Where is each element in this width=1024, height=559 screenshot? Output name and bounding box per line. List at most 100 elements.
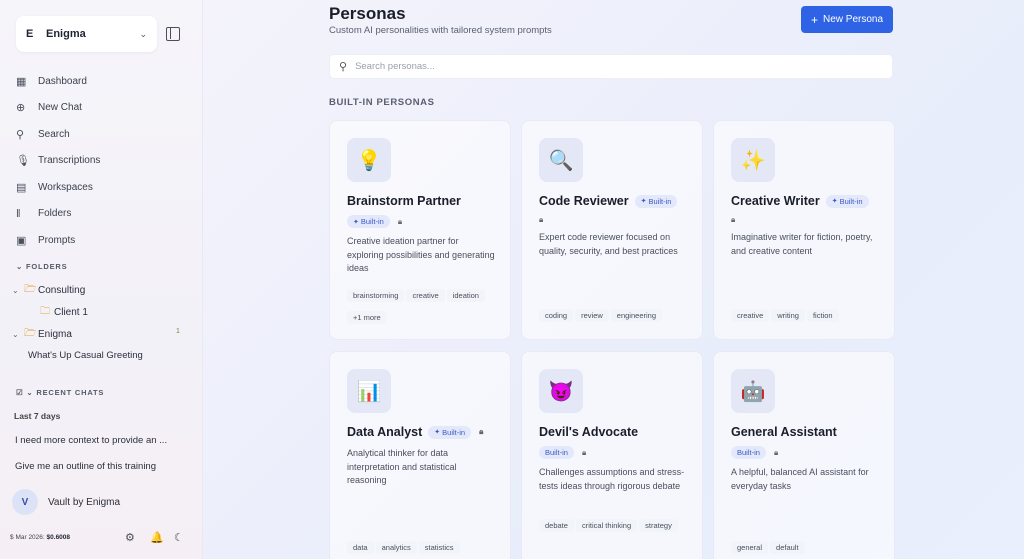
more-tags: +1 more (347, 311, 387, 324)
persona-name: Creative Writer (731, 194, 820, 208)
checkbox-icon: ☑ (16, 388, 24, 397)
persona-tags: debate critical thinking strategy (539, 519, 699, 541)
sidebar-item-transcriptions[interactable]: 🎙 Transcriptions (16, 148, 191, 175)
dollar-icon: $ (10, 534, 14, 541)
folder-label: Client 1 (54, 307, 88, 318)
period-label: Last 7 days (14, 411, 61, 421)
moon-icon[interactable]: ☾ (174, 531, 184, 544)
tag: default (770, 541, 805, 554)
folder-chat-item[interactable]: What's Up Casual Greeting (28, 350, 143, 361)
avatar: V (12, 489, 38, 515)
folder-label: Enigma (38, 329, 72, 340)
usage-amount: $0.6008 (46, 534, 71, 541)
builtin-label: Built-in (360, 217, 384, 226)
folder-count-badge: 1 (176, 328, 180, 335)
builtin-label: Built-in (839, 196, 863, 206)
lightbulb-icon: 💡 (347, 138, 391, 182)
builtin-badge: ✦ Built-in (347, 215, 390, 228)
sidebar: E Enigma ⌄ ▦ Dashboard ⊕ New Chat ⚲ Sear… (0, 0, 203, 559)
magnifier-icon: 🔍 (539, 138, 583, 182)
persona-name: Devil's Advocate (539, 425, 639, 439)
tag: strategy (639, 519, 678, 532)
sidebar-item-label: Search (38, 128, 70, 140)
workspace-letter: E (26, 28, 34, 40)
dashboard-icon: ▦ (16, 75, 27, 88)
robot-icon: 🤖 (731, 369, 775, 413)
builtin-badge: ✦ Built-in (428, 425, 472, 439)
recent-chat-item[interactable]: Give me an outline of this training (15, 461, 156, 472)
tag: ideation (446, 289, 485, 302)
lock-icon: 🔒︎ (539, 215, 544, 224)
persona-card-brainstorm-partner[interactable]: 💡 Brainstorm Partner ✦ Built-in 🔒︎ Creati… (329, 120, 511, 340)
sidebar-item-search[interactable]: ⚲ Search (16, 121, 191, 148)
section-title: BUILT-IN PERSONAS (329, 97, 435, 108)
persona-meta: 🔒︎ (731, 215, 735, 225)
persona-tags: data analytics statistics (347, 541, 507, 559)
tag: review (575, 309, 609, 322)
sparkles-icon: ✨ (731, 138, 775, 182)
builtin-label: Built-in (442, 427, 466, 437)
folder-label: Consulting (38, 285, 86, 296)
sidebar-item-label: Dashboard (38, 75, 87, 87)
library-icon: ‖ (16, 207, 21, 220)
recent-chat-item[interactable]: I need more context to provide an ... (15, 435, 167, 446)
sidebar-nav: ▦ Dashboard ⊕ New Chat ⚲ Search 🎙 Transc… (16, 68, 191, 254)
sidebar-item-workspaces[interactable]: ▤ Workspaces (16, 174, 191, 201)
sidebar-toggle-icon[interactable] (166, 27, 180, 41)
devil-icon: 😈 (539, 369, 583, 413)
sidebar-item-new-chat[interactable]: ⊕ New Chat (16, 95, 191, 122)
lock-icon: 🔒︎ (479, 427, 484, 436)
sidebar-item-dashboard[interactable]: ▦ Dashboard (16, 68, 191, 95)
persona-meta: Built-in 🔒︎ (731, 446, 778, 459)
new-persona-button[interactable]: + New Persona (801, 6, 893, 33)
workspace-name: Enigma (46, 28, 86, 40)
persona-meta: 🔒︎ (539, 215, 543, 225)
workspace-switcher[interactable]: E Enigma ⌄ (16, 16, 157, 52)
sparkle-icon: ✦ (434, 429, 441, 436)
folder-client-1[interactable]: 🗀 Client 1 (40, 304, 88, 321)
sidebar-item-prompts[interactable]: ▣ Prompts (16, 227, 191, 254)
search-icon: ⚲ (339, 61, 348, 73)
folders-label: FOLDERS (25, 262, 68, 271)
tag: brainstorming (347, 289, 405, 302)
usage-readout: $ Mar 2026: $0.6008 (10, 534, 70, 541)
persona-tags: coding review engineering (539, 309, 699, 331)
chevron-down-icon: ⌄ (12, 330, 19, 339)
persona-card-data-analyst[interactable]: 📊 Data Analyst ✦ Built-in 🔒︎ Analytical t… (329, 351, 511, 559)
sidebar-item-folders[interactable]: ‖ Folders (16, 201, 191, 228)
plus-circle-icon: ⊕ (16, 102, 26, 115)
bell-icon[interactable]: 🔔 (150, 531, 164, 544)
folders-section-header[interactable]: ⌄ FOLDERS (16, 262, 67, 271)
new-persona-label: New Persona (822, 14, 884, 25)
folder-consulting[interactable]: ⌄ 🗁 Consulting (12, 282, 85, 299)
vault-account[interactable]: V Vault by Enigma (12, 489, 120, 515)
folder-enigma[interactable]: ⌄ 🗁 Enigma (12, 326, 72, 343)
persona-description: A helpful, balanced AI assistant for eve… (731, 467, 869, 491)
tag: analytics (375, 541, 417, 554)
persona-description: Expert code reviewer focused on quality,… (539, 232, 678, 256)
tag: writing (771, 309, 805, 322)
persona-name: Data Analyst (347, 425, 423, 439)
persona-card-devils-advocate[interactable]: 😈 Devil's Advocate Built-in 🔒︎ Challenge… (521, 351, 703, 559)
page-subtitle: Custom AI personalities with tailored sy… (329, 25, 552, 36)
chevron-down-icon: ⌄ (26, 388, 37, 397)
lock-icon: 🔒︎ (731, 215, 736, 224)
persona-card-general-assistant[interactable]: 🤖 General Assistant Built-in 🔒︎ A helpfu… (713, 351, 895, 559)
persona-description: Creative ideation partner for exploring … (347, 236, 495, 273)
persona-tags: creative writing fiction (731, 309, 891, 331)
builtin-badge: ✦ Built-in (825, 194, 869, 208)
builtin-badge: Built-in (731, 446, 766, 459)
sidebar-item-label: Transcriptions (38, 155, 101, 167)
builtin-label: Built-in (737, 448, 760, 457)
persona-card-code-reviewer[interactable]: 🔍 Code Reviewer ✦ Built-in 🔒︎ Expert code… (521, 120, 703, 340)
lock-icon: 🔒︎ (773, 447, 779, 457)
tag: debate (539, 519, 574, 532)
persona-name-row: Data Analyst ✦ Built-in 🔒︎ (347, 425, 483, 439)
sidebar-item-label: New Chat (38, 102, 82, 114)
chevron-down-icon: ⌄ (139, 28, 147, 39)
search-input[interactable] (355, 61, 856, 72)
builtin-badge: ✦ Built-in (634, 194, 678, 208)
persona-card-creative-writer[interactable]: ✨ Creative Writer ✦ Built-in 🔒︎ Imaginati… (713, 120, 895, 340)
gear-icon[interactable]: ⚙ (125, 531, 135, 544)
recent-chats-header[interactable]: ☑ ⌄ RECENT CHATS (16, 388, 104, 397)
